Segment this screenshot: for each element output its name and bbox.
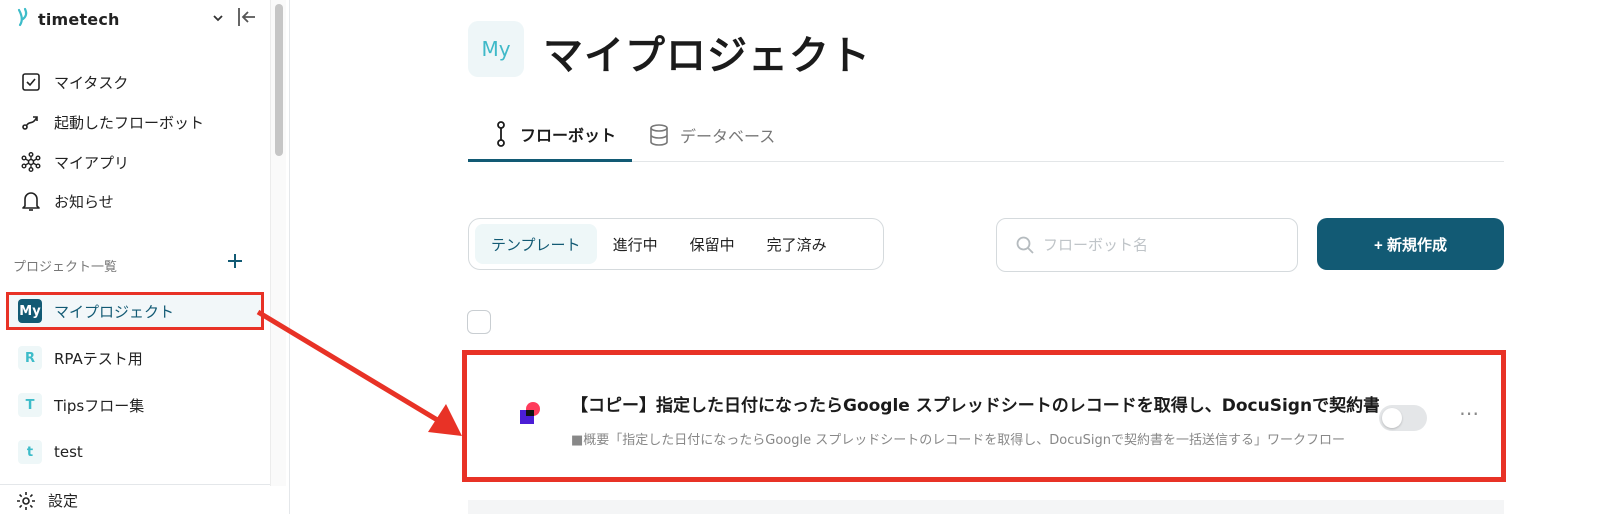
- brand[interactable]: timetech: [16, 6, 120, 32]
- more-options-icon[interactable]: ⋯: [1459, 401, 1481, 425]
- nav-my-apps[interactable]: マイアプリ: [20, 150, 129, 174]
- project-label: test: [54, 443, 83, 461]
- settings-link[interactable]: 設定: [16, 490, 78, 511]
- tab-label: フローボット: [520, 125, 617, 145]
- project-badge: t: [18, 440, 42, 464]
- project-item-my-project[interactable]: My マイプロジェクト: [6, 292, 264, 330]
- database-icon: [648, 123, 670, 147]
- flowbot-enable-toggle[interactable]: [1379, 405, 1427, 431]
- brand-name: timetech: [38, 9, 120, 29]
- status-filter-group: テンプレート 進行中 保留中 完了済み: [468, 218, 884, 270]
- tab-bar: フローボット データベース: [468, 108, 1504, 162]
- checkbox-icon: [20, 71, 42, 93]
- flowbot-description: ■概要「指定した日付になったらGoogle スプレッドシートのレコードを取得し、…: [571, 433, 1345, 448]
- tab-database[interactable]: データベース: [644, 108, 775, 162]
- filter-on-hold[interactable]: 保留中: [674, 224, 751, 264]
- collapse-sidebar-icon[interactable]: [236, 6, 258, 32]
- project-badge: My: [18, 299, 42, 323]
- bell-icon: [20, 190, 42, 212]
- gear-icon: [16, 491, 36, 511]
- toggle-knob: [1382, 408, 1402, 428]
- project-item-test[interactable]: t test: [6, 433, 264, 471]
- nav-label: お知らせ: [54, 192, 114, 211]
- project-label: マイプロジェクト: [54, 302, 175, 321]
- next-row-partial: [468, 500, 1504, 514]
- nav-notifications[interactable]: お知らせ: [20, 189, 114, 213]
- docusign-app-icon: [517, 401, 543, 431]
- page-title: マイプロジェクト: [543, 33, 871, 79]
- filter-in-progress[interactable]: 進行中: [597, 224, 674, 264]
- project-item-tips[interactable]: T Tipsフロー集: [6, 386, 264, 424]
- scrollbar-thumb[interactable]: [275, 4, 283, 156]
- project-label: Tipsフロー集: [54, 396, 145, 415]
- flowbot-row[interactable]: 【コピー】指定した日付になったらGoogle スプレッドシートのレコードを取得し…: [462, 350, 1506, 482]
- filter-template[interactable]: テンプレート: [475, 224, 597, 264]
- nav-label: マイタスク: [54, 73, 129, 92]
- select-all-checkbox[interactable]: [467, 310, 491, 334]
- project-list-heading: プロジェクト一覧: [13, 260, 118, 275]
- sidebar-divider: [0, 484, 270, 485]
- sidebar: timetech マイタスク 起動したフローボット マイアプリ お知らせ プロジ…: [0, 0, 290, 514]
- project-avatar: My: [468, 21, 524, 77]
- nav-label: 起動したフローボット: [54, 113, 205, 132]
- search-icon: [1015, 235, 1035, 255]
- flowbot-icon: [492, 120, 510, 147]
- flow-line-icon: [20, 111, 42, 133]
- flowbot-search[interactable]: [996, 218, 1298, 272]
- add-project-plus-icon[interactable]: [224, 250, 246, 272]
- tab-flowbot[interactable]: フローボット: [468, 108, 632, 162]
- settings-label: 設定: [48, 492, 79, 510]
- nav-launched-flowbots[interactable]: 起動したフローボット: [20, 110, 204, 134]
- nav-label: マイアプリ: [54, 153, 130, 172]
- filter-completed[interactable]: 完了済み: [751, 224, 843, 264]
- project-label: RPAテスト用: [54, 349, 143, 368]
- timetech-logo-icon: [16, 7, 32, 31]
- chevron-down-icon[interactable]: [212, 9, 224, 28]
- search-input[interactable]: [1043, 236, 1283, 254]
- sidebar-scrollbar[interactable]: [270, 0, 286, 486]
- new-create-button[interactable]: + 新規作成: [1317, 218, 1504, 270]
- tab-label: データベース: [680, 127, 776, 146]
- project-badge: R: [18, 346, 42, 370]
- flowbot-title[interactable]: 【コピー】指定した日付になったらGoogle スプレッドシートのレコードを取得し…: [571, 391, 1379, 416]
- nav-my-tasks[interactable]: マイタスク: [20, 70, 128, 94]
- project-item-rpa-test[interactable]: R RPAテスト用: [6, 339, 264, 377]
- network-icon: [20, 151, 42, 173]
- project-badge: T: [18, 393, 42, 417]
